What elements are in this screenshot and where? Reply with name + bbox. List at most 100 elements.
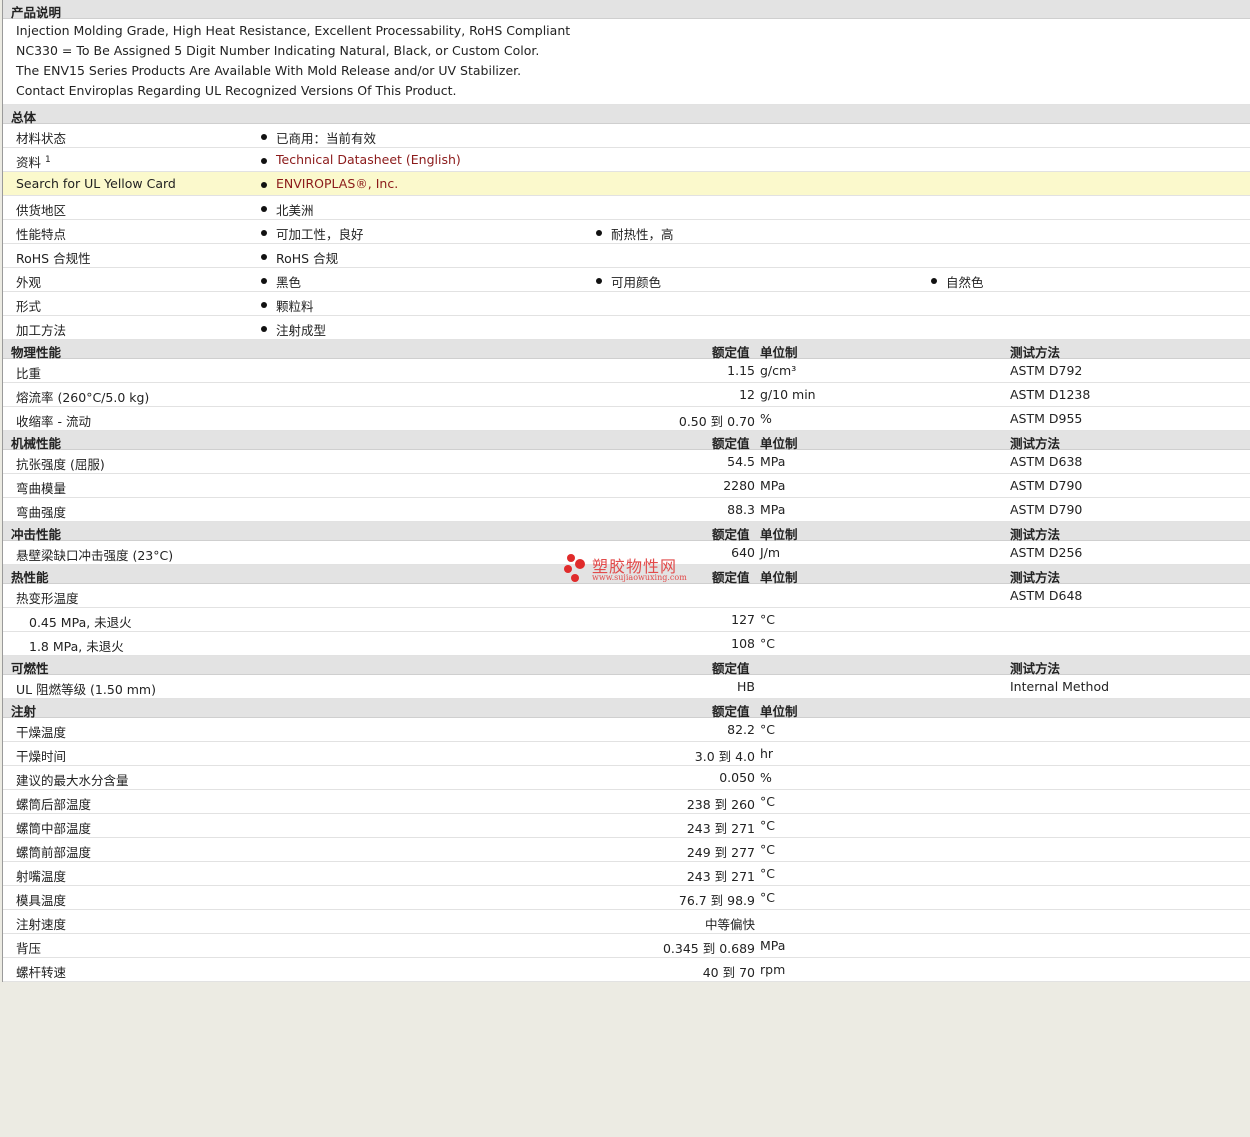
row-label: 材料状态 — [16, 131, 67, 146]
docs-label: 资料 — [16, 155, 42, 170]
row-label: 热变形温度 — [16, 591, 79, 606]
row-label: 螺筒后部温度 — [16, 797, 92, 812]
property-row: UL 阻燃等级 (1.50 mm) HB Internal Method — [3, 675, 1250, 699]
row-label: 螺筒中部温度 — [16, 821, 92, 836]
row-unit: °C — [760, 890, 775, 905]
rohs-row: RoHS 合规性 RoHS 合规 — [3, 244, 1250, 268]
row-unit: MPa — [760, 454, 786, 469]
bullet-value: 自然色 — [931, 272, 984, 291]
row-value: 108 — [731, 636, 755, 651]
row-value: 249 到 277 — [686, 845, 755, 860]
section-header-physical: 物理性能 额定值 单位制 测试方法 — [3, 340, 1250, 360]
docs-row: 资料 1 Technical Datasheet (English) — [3, 148, 1250, 172]
property-row: 螺筒后部温度 238 到 260 °C — [3, 790, 1250, 814]
ul-yellow-card-row: Search for UL Yellow Card ENVIROPLAS®, I… — [3, 172, 1250, 196]
row-unit: J/m — [760, 545, 781, 560]
property-row: 1.8 MPa, 未退火 108 °C — [3, 632, 1250, 656]
ul-search-label[interactable]: Search for UL Yellow Card — [16, 176, 176, 191]
row-label: 收缩率 - 流动 — [16, 414, 91, 429]
row-label: 形式 — [16, 299, 42, 314]
property-row: 0.45 MPa, 未退火 127 °C — [3, 608, 1250, 632]
technical-datasheet-link[interactable]: Technical Datasheet (English) — [261, 152, 461, 167]
row-value: 640 — [731, 545, 755, 560]
property-row: 抗张强度 (屈服) 54.5 MPa ASTM D638 — [3, 450, 1250, 474]
bullet-value: 北美洲 — [261, 200, 314, 219]
property-row: 螺筒前部温度 249 到 277 °C — [3, 838, 1250, 862]
row-unit: % — [760, 770, 772, 785]
row-label: 弯曲强度 — [16, 505, 67, 520]
property-row: 螺杆转速 40 到 70 rpm — [3, 958, 1250, 982]
form-row: 形式 颗粒料 — [3, 292, 1250, 316]
footnote-marker: 1 — [45, 154, 51, 165]
injection-rows: 干燥温度 82.2 °C 干燥时间 3.0 到 4.0 hr 建议的最大水分含量 0.050%… — [3, 718, 1250, 982]
row-label: 加工方法 — [16, 323, 67, 338]
row-method: Internal Method — [1010, 679, 1110, 694]
property-row: 收缩率 - 流动 0.50 到 0.70 % ASTM D955 — [3, 407, 1250, 431]
row-label: 供货地区 — [16, 203, 67, 218]
description-line: Injection Molding Grade, High Heat Resis… — [16, 23, 571, 38]
section-header-impact: 冲击性能 额定值 单位制 测试方法 — [3, 522, 1250, 542]
description-block: Injection Molding Grade, High Heat Resis… — [3, 19, 1250, 105]
row-label: 螺筒前部温度 — [16, 845, 92, 860]
row-label: RoHS 合规性 — [16, 251, 91, 266]
row-label: 性能特点 — [16, 227, 67, 242]
row-label: 注射速度 — [16, 917, 67, 932]
row-unit: % — [760, 411, 772, 426]
bullet-value: 颗粒料 — [261, 296, 314, 315]
row-label: 干燥时间 — [16, 749, 67, 764]
bullet-value: 已商用：当前有效 — [260, 128, 376, 147]
row-unit: °C — [760, 722, 775, 737]
description-line: Contact Enviroplas Regarding UL Recogniz… — [16, 83, 457, 98]
row-method: ASTM D256 — [1010, 545, 1083, 560]
row-unit: °C — [760, 794, 775, 809]
property-row: 弯曲强度 88.3 MPa ASTM D790 — [3, 498, 1250, 522]
row-unit: °C — [760, 636, 775, 651]
row-method: ASTM D790 — [1010, 478, 1083, 493]
datasheet: 产品说明 Injection Molding Grade, High Heat … — [2, 0, 1250, 982]
row-value: 3.0 到 4.0 — [694, 749, 755, 764]
row-label: 0.45 MPa, 未退火 — [29, 615, 132, 630]
section-header-flammability: 可燃性 额定值 测试方法 — [3, 656, 1250, 676]
row-label: 悬壁梁缺口冲击强度 (23°C) — [16, 548, 174, 563]
row-label: 抗张强度 (屈服) — [16, 457, 105, 472]
property-row: 干燥时间 3.0 到 4.0 hr — [3, 742, 1250, 766]
row-value: 82.2 — [727, 722, 755, 737]
row-unit: hr — [760, 746, 774, 761]
row-value: 54.5 — [727, 454, 755, 469]
row-label: 外观 — [16, 275, 42, 290]
watermark-logo: 塑胶物性网 www.sujiaowuxing.com — [562, 552, 702, 586]
row-value: 1.15 — [727, 363, 755, 378]
section-header-general: 总体 — [3, 105, 1250, 125]
row-label: 干燥温度 — [16, 725, 67, 740]
row-value: 243 到 271 — [686, 869, 755, 884]
row-value: 2280 — [723, 478, 755, 493]
row-value: 0.050 — [719, 770, 755, 785]
bullet-value: 耐热性，高 — [596, 224, 674, 243]
row-unit: °C — [760, 842, 775, 857]
property-row: 干燥温度 82.2 °C — [3, 718, 1250, 742]
bullet-value: RoHS 合规 — [260, 248, 338, 267]
ul-company-link[interactable]: ENVIROPLAS®, Inc. — [260, 176, 398, 191]
row-value: 88.3 — [727, 502, 755, 517]
hdt-row: 热变形温度 ASTM D648 — [3, 584, 1250, 608]
row-label: 模具温度 — [16, 893, 67, 908]
property-row: 注射速度 中等偏快 — [3, 910, 1250, 934]
row-label: 1.8 MPa, 未退火 — [29, 639, 124, 654]
material-status-row: 材料状态 已商用：当前有效 — [3, 124, 1250, 148]
process-row: 加工方法 注射成型 — [3, 316, 1250, 340]
property-row: 螺筒中部温度 243 到 271 °C — [3, 814, 1250, 838]
row-label: 建议的最大水分含量 — [16, 773, 129, 788]
row-value: 12 — [739, 387, 755, 402]
row-value: 127 — [731, 612, 755, 627]
section-header-injection: 注射 额定值 单位制 — [3, 699, 1250, 719]
property-row: 比重 1.15 g/cm³ ASTM D792 — [3, 359, 1250, 383]
row-unit: MPa — [760, 478, 786, 493]
watermark-url: www.sujiaowuxing.com — [592, 573, 687, 582]
row-unit: g/cm³ — [760, 363, 797, 378]
molecule-icon — [564, 554, 585, 582]
appearance-row: 外观 黑色 可用颜色 自然色 — [3, 268, 1250, 292]
description-line: The ENV15 Series Products Are Available … — [16, 63, 522, 78]
row-value: 243 到 271 — [686, 821, 755, 836]
row-value: HB — [737, 679, 755, 694]
row-unit: °C — [760, 818, 775, 833]
